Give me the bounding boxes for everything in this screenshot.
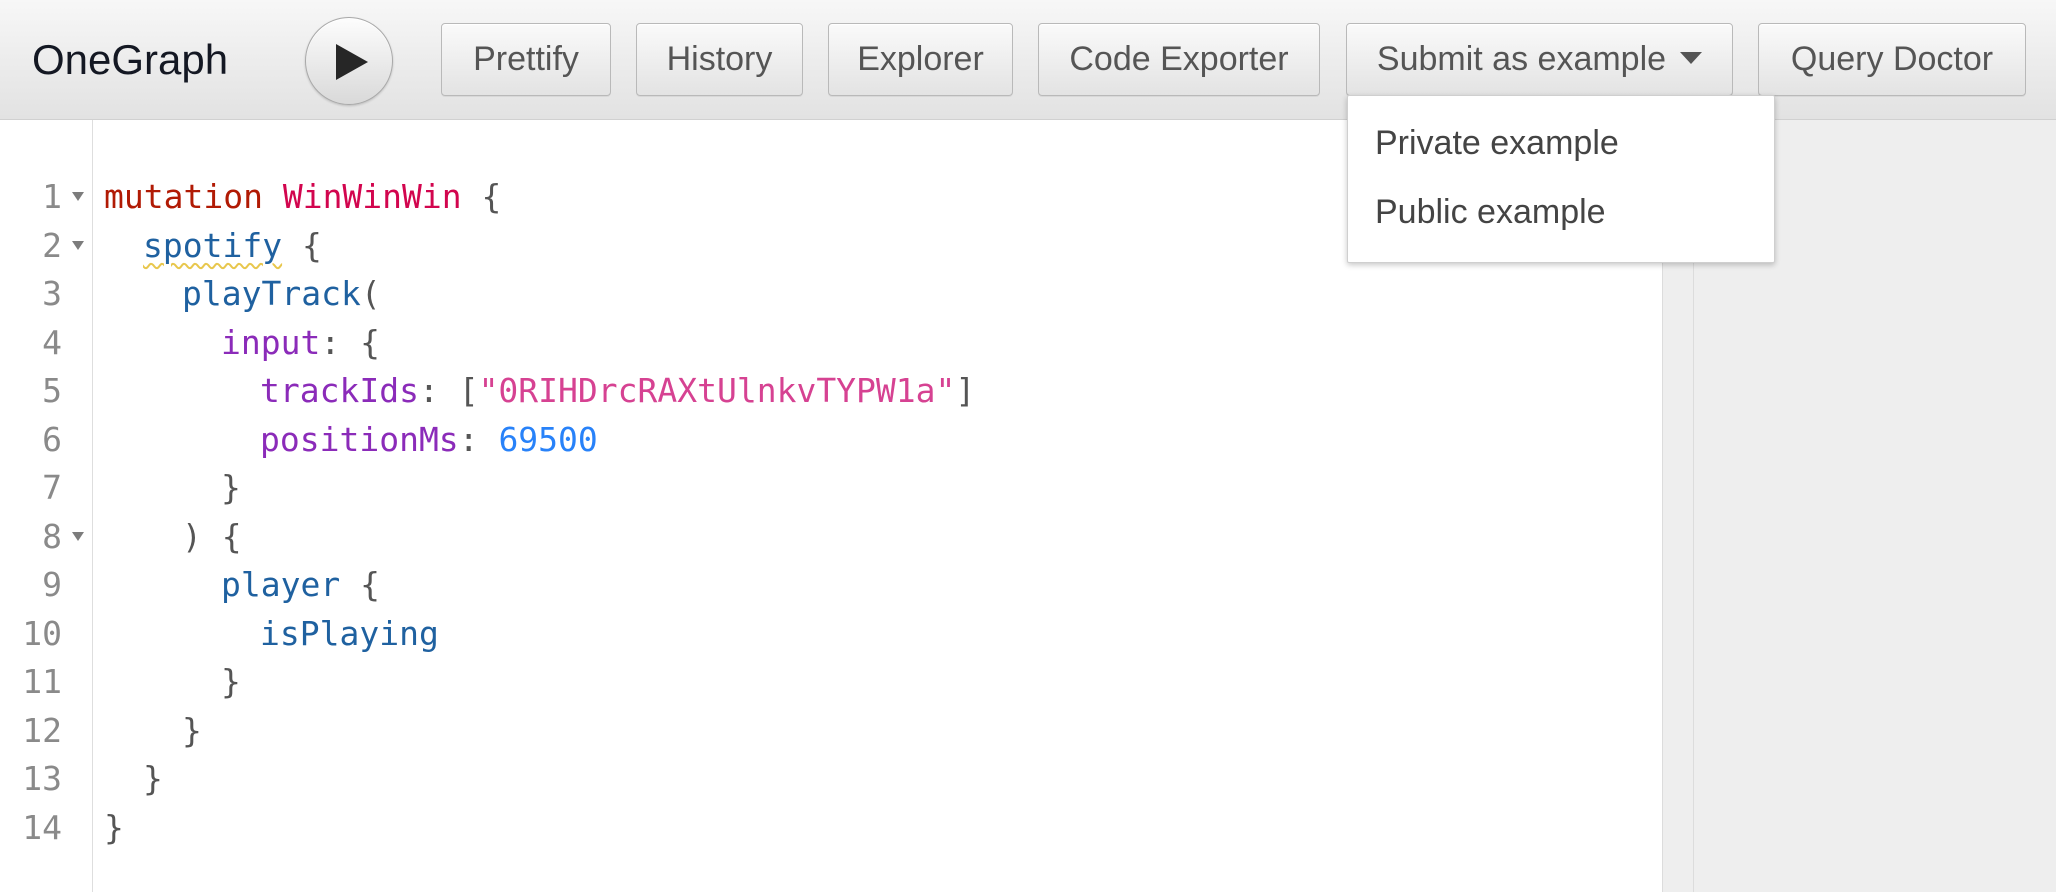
code-line[interactable]: 12}: [0, 707, 1662, 755]
code-token: input: [221, 322, 321, 362]
code-token: {: [282, 225, 322, 265]
code-token: mutation: [104, 177, 263, 216]
code-text: }: [104, 804, 124, 852]
code-line[interactable]: 14}: [0, 804, 1662, 852]
private-example-menu-item[interactable]: Private example: [1375, 119, 1619, 167]
code-text: isPlaying: [260, 610, 439, 658]
caret-down-icon: [1680, 52, 1703, 65]
code-exporter-button[interactable]: Code Exporter: [1038, 23, 1320, 96]
code-token: spotify: [143, 225, 283, 265]
code-token: (: [360, 274, 381, 313]
code-token: WinWinWin: [282, 177, 462, 216]
line-number: 4: [42, 322, 62, 362]
code-text: positionMs: 69500: [260, 416, 598, 464]
code-line[interactable]: 9 player {: [0, 561, 1662, 609]
line-number: 11: [22, 662, 62, 701]
code-token: ]: [955, 371, 976, 410]
code-token: }: [182, 710, 202, 750]
explorer-button[interactable]: Explorer: [828, 23, 1013, 96]
fold-arrow-icon[interactable]: [72, 192, 84, 201]
code-line[interactable]: 10 isPlaying: [0, 610, 1662, 658]
history-button[interactable]: History: [636, 23, 803, 96]
code-token: }: [143, 759, 163, 798]
code-text: }: [143, 755, 163, 803]
line-number: 8: [42, 516, 62, 556]
fold-arrow-icon[interactable]: [72, 240, 84, 250]
prettify-button-label: Prettify: [473, 40, 579, 78]
code-text: trackIds: ["0RIHDrcRAXtUlnkvTYPW1a"]: [260, 367, 975, 415]
play-icon: [336, 44, 368, 80]
code-token: positionMs: [260, 419, 459, 459]
code-token: }: [221, 662, 241, 701]
line-number: 14: [22, 807, 62, 847]
fold-arrow-icon[interactable]: [72, 531, 84, 541]
query-doctor-button[interactable]: Query Doctor: [1758, 23, 2026, 96]
explorer-button-label: Explorer: [857, 40, 984, 78]
line-number: 5: [42, 371, 62, 410]
code-token: :: [458, 419, 499, 459]
code-line[interactable]: 7}: [0, 464, 1662, 512]
code-text: }: [182, 707, 202, 755]
line-number: 3: [42, 274, 62, 313]
query-doctor-button-label: Query Doctor: [1790, 40, 1994, 78]
submit-as-example-button[interactable]: Submit as example: [1346, 23, 1733, 96]
line-number: 9: [42, 565, 62, 604]
line-number: 6: [42, 419, 62, 459]
line-number: 1: [42, 177, 62, 216]
code-line[interactable]: 13}: [0, 755, 1662, 803]
code-text: spotify {: [143, 222, 322, 270]
code-text: }: [221, 464, 241, 512]
code-text: player {: [221, 561, 380, 609]
code-token: : {: [320, 322, 380, 362]
code-text: playTrack(: [182, 270, 381, 318]
code-token: "0RIHDrcRAXtUlnkvTYPW1a": [478, 371, 956, 410]
code-text: input: {: [221, 319, 380, 367]
line-number: 10: [22, 613, 62, 653]
code-token: player: [221, 565, 341, 604]
code-line[interactable]: 8 ) {: [0, 513, 1662, 561]
run-query-button[interactable]: [305, 17, 393, 105]
code-token: }: [104, 807, 124, 847]
code-line[interactable]: 3 playTrack(: [0, 270, 1662, 318]
code-token: }: [221, 468, 241, 507]
code-token: {: [461, 177, 502, 216]
code-line[interactable]: 11}: [0, 658, 1662, 706]
code-line[interactable]: 6 positionMs: 69500: [0, 416, 1662, 464]
code-text: }: [221, 658, 241, 706]
code-exporter-button-label: Code Exporter: [1069, 40, 1289, 78]
code-token: playTrack: [182, 274, 361, 313]
code-text: mutation WinWinWin {: [104, 173, 501, 221]
code-token: 69500: [498, 419, 598, 459]
code-token: {: [340, 565, 380, 604]
code-line[interactable]: 4 input: {: [0, 319, 1662, 367]
submit-example-dropdown-menu: Private example Public example: [1347, 95, 1775, 263]
code-text: ) {: [182, 513, 242, 561]
line-number: 13: [22, 759, 62, 798]
code-line[interactable]: 5 trackIds: ["0RIHDrcRAXtUlnkvTYPW1a"]: [0, 367, 1662, 415]
code-token: trackIds: [260, 371, 419, 410]
code-token: ) {: [182, 516, 242, 556]
line-number: 7: [42, 468, 62, 507]
code-token: : [: [418, 371, 479, 410]
prettify-button[interactable]: Prettify: [441, 23, 611, 96]
public-example-menu-item[interactable]: Public example: [1375, 188, 1606, 236]
history-button-label: History: [666, 40, 773, 78]
submit-as-example-label: Submit as example: [1376, 40, 1667, 78]
line-number: 12: [22, 710, 62, 750]
code-token: isPlaying: [260, 613, 439, 653]
line-number: 2: [42, 225, 62, 265]
app-title: OneGraph: [32, 36, 229, 83]
